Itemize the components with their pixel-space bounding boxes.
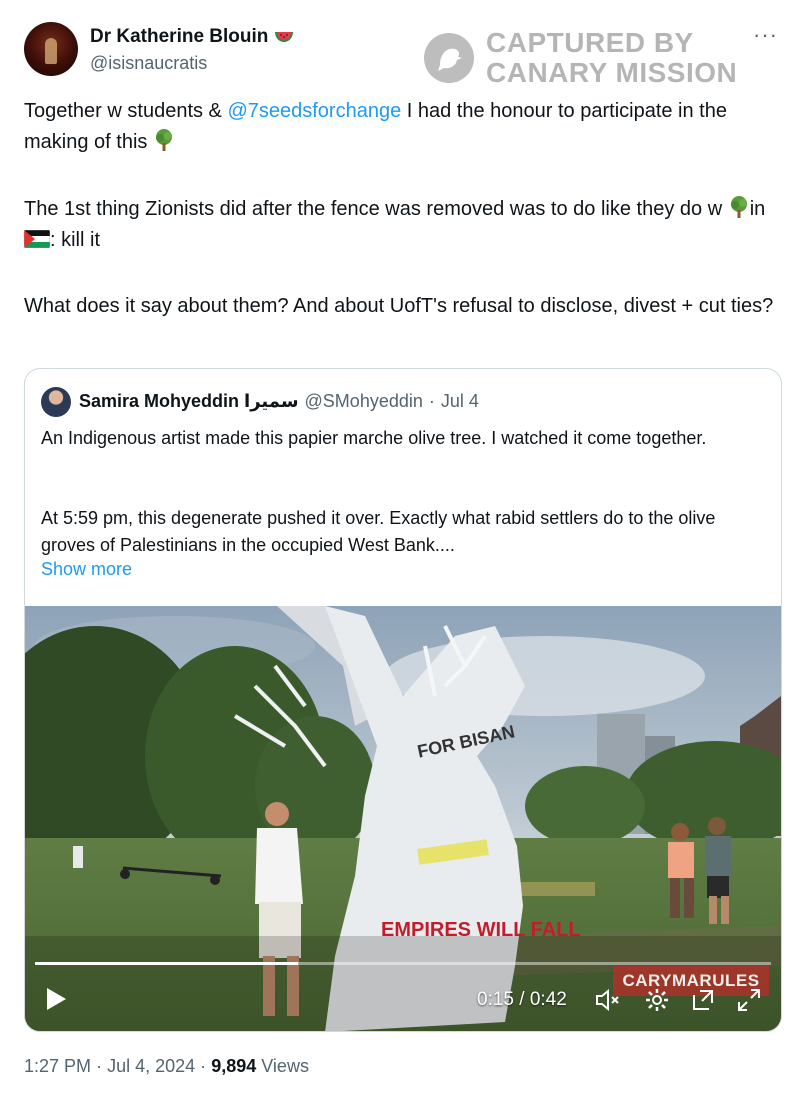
tree-icon [730,196,747,218]
quoted-tweet[interactable]: Samira Mohyeddin سميرا @SMohyeddin · Jul… [24,368,782,1032]
video-progress-fill [35,962,298,965]
author-handle[interactable]: @isisnaucratis [90,53,207,74]
watermark: CAPTURED BY CANARY MISSION [424,28,737,88]
tweet-text: The 1st thing Zionists did after the fen… [24,198,728,220]
tweet-text: : kill it [50,229,100,251]
mute-icon[interactable] [593,986,621,1014]
fullscreen-icon[interactable] [735,986,763,1014]
quoted-author-avatar[interactable] [41,387,71,417]
tweet-paragraph-3: What does it say about them? And about U… [24,295,774,317]
watermark-line-2: CANARY MISSION [486,57,738,88]
author-display-name[interactable]: Dr Katherine Blouin [90,26,268,48]
mention-link[interactable]: @7seedsforchange [227,100,401,122]
quoted-author-name[interactable]: Samira Mohyeddin سميرا [79,391,299,412]
video-time: 0:15 / 0:42 [477,989,567,1010]
palestine-flag-icon [24,230,50,248]
tweet-date[interactable]: Jul 4, 2024 [107,1056,195,1076]
views-label: Views [261,1056,309,1076]
tweet-text: Together w students & [24,100,228,122]
tweet-paragraph-1: Together w students & @7seedsforchange I… [24,96,784,158]
watermelon-icon [275,32,294,42]
quoted-paragraph-1: An Indigenous artist made this papier ma… [41,428,707,448]
separator-dot: · [428,391,435,411]
picture-in-picture-icon[interactable] [689,986,717,1014]
separator-dot: · [96,1056,103,1076]
tree-icon [155,129,172,151]
quoted-author-handle[interactable]: @SMohyeddin [305,391,423,412]
author-name-row: Dr Katherine Blouin [90,26,294,48]
more-options-icon[interactable]: ··· [753,22,778,48]
tweet-card: Dr Katherine Blouin @isisnaucratis ··· C… [0,0,800,1098]
quoted-header: Samira Mohyeddin سميرا @SMohyeddin · Jul… [79,391,479,412]
watermark-line-1: CAPTURED BY [486,27,694,58]
tweet-meta: 1:27 PM · Jul 4, 2024 · 9,894 Views [24,1056,309,1077]
author-avatar[interactable] [24,22,78,76]
video-player[interactable]: FOR BISAN EMPIRES WILL FALL CARYMARULES … [25,606,781,1031]
play-icon[interactable] [43,986,69,1012]
quoted-date[interactable]: Jul 4 [441,391,479,412]
tweet-text: in [749,198,766,220]
tweet-paragraph-2: The 1st thing Zionists did after the fen… [24,194,784,256]
show-more-link[interactable]: Show more [41,559,132,580]
separator-dot: · [200,1056,207,1076]
tweet-time[interactable]: 1:27 PM [24,1056,91,1076]
canary-logo-icon [424,33,474,83]
quoted-paragraph-2: At 5:59 pm, this degenerate pushed it ov… [41,508,716,555]
settings-gear-icon[interactable] [643,986,671,1014]
video-progress-bar[interactable] [35,962,771,965]
views-count: 9,894 [211,1056,257,1076]
